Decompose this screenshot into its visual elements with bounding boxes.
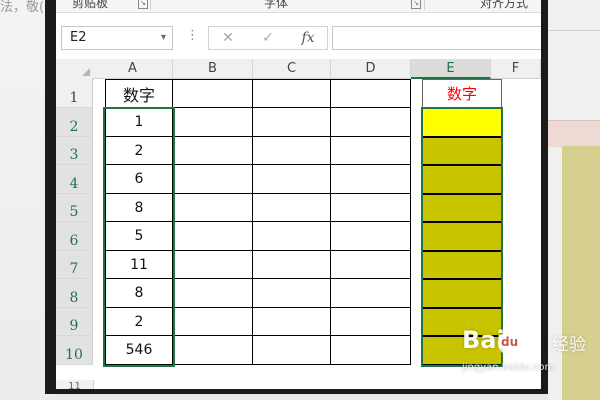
cell-c5[interactable] bbox=[253, 194, 331, 222]
row-header-4[interactable]: 4 bbox=[56, 165, 93, 194]
cell-a1[interactable]: 数字 bbox=[105, 79, 173, 108]
cell-a6[interactable]: 5 bbox=[105, 222, 173, 251]
cell-b3[interactable] bbox=[173, 137, 253, 165]
row-header-5[interactable]: 5 bbox=[56, 194, 93, 222]
cell-b4[interactable] bbox=[173, 165, 253, 194]
background-rule bbox=[548, 30, 600, 31]
cell-b8[interactable] bbox=[173, 279, 253, 308]
cell-d8[interactable] bbox=[331, 279, 411, 308]
cell-c2[interactable] bbox=[253, 108, 331, 137]
vertical-dots-icon[interactable]: ⋮ bbox=[186, 29, 199, 43]
cell-e1-text: 数字 bbox=[446, 85, 477, 103]
cell-e4[interactable] bbox=[422, 165, 502, 194]
row-header-10[interactable]: 10 bbox=[56, 336, 93, 365]
formula-buttons: ✕ ✓ fx bbox=[208, 26, 328, 50]
ribbon-separator bbox=[150, 0, 151, 10]
row-header-2[interactable]: 2 bbox=[56, 108, 93, 137]
cell-a8[interactable]: 8 bbox=[105, 279, 173, 308]
cell-b9[interactable] bbox=[173, 308, 253, 336]
column-header-d[interactable]: D bbox=[331, 59, 411, 79]
cell-e5[interactable] bbox=[422, 194, 502, 222]
select-all-corner[interactable] bbox=[56, 59, 94, 80]
cell-a3[interactable]: 2 bbox=[105, 137, 173, 165]
cell-e3[interactable] bbox=[422, 137, 502, 165]
cell-c7[interactable] bbox=[253, 251, 331, 279]
background-text: 法，敬( bbox=[0, 0, 45, 15]
cell-d10[interactable] bbox=[331, 336, 411, 365]
ribbon-group-labels: 剪贴板 ↘ 字体 ↘ 对齐方式 bbox=[56, 0, 541, 13]
row-header-9[interactable]: 9 bbox=[56, 308, 93, 336]
row-header-3[interactable]: 3 bbox=[56, 137, 93, 165]
watermark-url: jingyan.baidu.com bbox=[462, 362, 555, 373]
ribbon-separator bbox=[424, 0, 425, 10]
cell-d7[interactable] bbox=[331, 251, 411, 279]
cell-a4[interactable]: 6 bbox=[105, 165, 173, 194]
name-box[interactable]: E2 ▾ bbox=[61, 26, 173, 50]
insert-function-icon[interactable]: fx bbox=[293, 27, 323, 49]
cell-c3[interactable] bbox=[253, 137, 331, 165]
cell-b5[interactable] bbox=[173, 194, 253, 222]
name-box-value: E2 bbox=[70, 30, 87, 45]
cell-d2[interactable] bbox=[331, 108, 411, 137]
ribbon-group-alignment: 对齐方式 bbox=[480, 0, 529, 10]
row-header-7[interactable]: 7 bbox=[56, 251, 93, 279]
paw-icon: du bbox=[498, 330, 524, 356]
row-header-6[interactable]: 6 bbox=[56, 222, 93, 251]
ribbon-group-clipboard: 剪贴板 bbox=[72, 0, 109, 10]
cell-b2[interactable] bbox=[173, 108, 253, 137]
row-header-11[interactable]: 11 bbox=[56, 380, 94, 389]
cell-c10[interactable] bbox=[253, 336, 331, 365]
cell-d5[interactable] bbox=[331, 194, 411, 222]
cell-a10[interactable]: 546 bbox=[105, 336, 173, 365]
cell-e2[interactable] bbox=[422, 108, 502, 137]
cancel-icon[interactable]: ✕ bbox=[213, 27, 243, 49]
cell-d4[interactable] bbox=[331, 165, 411, 194]
column-header-e[interactable]: E bbox=[411, 59, 491, 79]
clipboard-launcher-icon[interactable]: ↘ bbox=[138, 0, 148, 9]
cell-b1[interactable] bbox=[173, 79, 253, 108]
cell-b10[interactable] bbox=[173, 336, 253, 365]
baidu-jingyan-watermark: Bai du 经验 jingyan.baidu.com bbox=[410, 318, 600, 400]
cell-d1[interactable] bbox=[331, 79, 411, 108]
cell-e8[interactable] bbox=[422, 279, 502, 308]
cell-c9[interactable] bbox=[253, 308, 331, 336]
cell-a9[interactable]: 2 bbox=[105, 308, 173, 336]
cell-b7[interactable] bbox=[173, 251, 253, 279]
column-header-b[interactable]: B bbox=[173, 59, 253, 79]
cell-a5[interactable]: 8 bbox=[105, 194, 173, 222]
background-band bbox=[548, 120, 600, 147]
cell-c8[interactable] bbox=[253, 279, 331, 308]
ribbon-group-font: 字体 bbox=[264, 0, 289, 10]
row-header-8[interactable]: 8 bbox=[56, 279, 93, 308]
enter-check-icon[interactable]: ✓ bbox=[253, 27, 283, 49]
column-header-c[interactable]: C bbox=[253, 59, 331, 79]
formula-bar: E2 ▾ ⋮ ✕ ✓ fx bbox=[56, 17, 541, 57]
cell-c6[interactable] bbox=[253, 222, 331, 251]
cell-d3[interactable] bbox=[331, 137, 411, 165]
select-all-triangle-icon bbox=[82, 68, 90, 76]
font-launcher-icon[interactable]: ↘ bbox=[411, 0, 421, 9]
watermark-chinese: 经验 bbox=[552, 335, 586, 355]
chevron-down-icon[interactable]: ▾ bbox=[161, 27, 166, 49]
cell-b6[interactable] bbox=[173, 222, 253, 251]
column-header-a[interactable]: A bbox=[93, 59, 173, 79]
paw-text: du bbox=[501, 335, 519, 349]
cell-c4[interactable] bbox=[253, 165, 331, 194]
cell-c1[interactable] bbox=[253, 79, 331, 108]
cell-d9[interactable] bbox=[331, 308, 411, 336]
cell-e1[interactable]: 数字 bbox=[422, 79, 502, 108]
cell-d6[interactable] bbox=[331, 222, 411, 251]
cell-a2[interactable]: 1 bbox=[105, 108, 173, 137]
cell-e6[interactable] bbox=[422, 222, 502, 251]
row-header-1[interactable]: 1 bbox=[56, 79, 93, 108]
column-header-f[interactable]: F bbox=[491, 59, 541, 79]
cell-a7[interactable]: 11 bbox=[105, 251, 173, 279]
formula-input[interactable] bbox=[332, 26, 541, 50]
cell-e7[interactable] bbox=[422, 251, 502, 279]
